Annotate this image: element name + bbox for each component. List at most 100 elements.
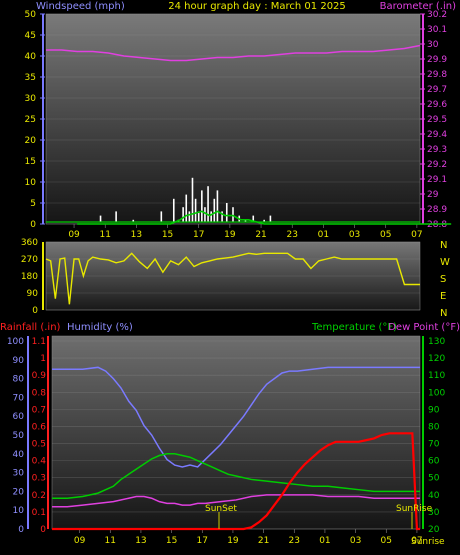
humidity-tick-label: 40: [13, 450, 25, 460]
windspeed-tick-label: 0: [30, 220, 36, 230]
windspeed-tick-label: 20: [25, 136, 37, 146]
time-tick-label: 11: [105, 536, 116, 546]
temperature-tick-label: 90: [428, 405, 440, 415]
compass-labels: NWSEN: [440, 240, 450, 319]
barometer-tick-label: 29.8: [427, 70, 447, 80]
direction-tick-label: 270: [21, 255, 38, 265]
time-tick-label: 15: [166, 536, 177, 546]
rainfall-axis-label: Rainfall (.in): [0, 322, 61, 333]
weather-graphs: 0510152025303540455028.828.92929.129.229…: [0, 1, 460, 547]
barometer-tick-label: 29.7: [427, 85, 447, 95]
barometer-tick-label: 29.4: [427, 130, 447, 140]
windspeed-tick-label: 50: [25, 10, 37, 20]
time-tick-label: 09: [68, 230, 80, 240]
time-tick-label: 15: [162, 230, 173, 240]
rainfall-tick-label: 0: [40, 525, 46, 535]
rainfall-tick-label: 0.1: [32, 508, 46, 518]
humidity-tick-label: 30: [13, 469, 25, 479]
rainfall-tick-label: 0.5: [32, 440, 46, 450]
barometer-tick-label: 29.1: [427, 175, 447, 185]
time-tick-label: 23: [286, 230, 297, 240]
rainfall-tick-label: 1.1: [32, 337, 46, 347]
windspeed-axis-label: Windspeed (mph): [36, 1, 125, 12]
humidity-axis-label: Humidity (%): [67, 322, 133, 333]
temperature-tick-label: 70: [428, 440, 440, 450]
time-tick-label: 21: [258, 536, 269, 546]
barometer-tick-label: 29.5: [427, 115, 447, 125]
barometer-tick-label: 28.8: [427, 220, 447, 230]
temperature-tick-label: 110: [428, 371, 445, 381]
graph-title: 24 hour graph day : March 01 2025: [168, 1, 346, 12]
barometer-tick-label: 29.9: [427, 55, 447, 65]
humidity-tick-label: 0: [18, 525, 24, 535]
humidity-tick-label: 90: [13, 356, 25, 366]
windspeed-tick-label: 30: [25, 94, 37, 104]
rainfall-tick-label: 0.2: [32, 491, 46, 501]
time-tick-label: 19: [227, 536, 239, 546]
barometer-axis-label: Barometer (.in): [380, 1, 456, 12]
temperature-tick-label: 50: [428, 474, 440, 484]
temperature-tick-label: 100: [428, 388, 445, 398]
humidity-tick-label: 100: [7, 337, 24, 347]
time-tick-label: 13: [131, 230, 142, 240]
time-tick-label: 09: [74, 536, 86, 546]
temperature-tick-label: 80: [428, 422, 440, 432]
time-tick-label: 19: [224, 230, 236, 240]
windspeed-tick-label: 40: [25, 52, 37, 62]
time-tick-label: 05: [381, 536, 392, 546]
humidity-tick-label: 80: [13, 375, 25, 385]
rainfall-tick-label: 0.4: [32, 457, 47, 467]
windspeed-tick-label: 45: [25, 31, 36, 41]
direction-tick-label: 360: [21, 238, 38, 248]
time-tick-label: 21: [255, 230, 266, 240]
windspeed-tick-label: 25: [25, 115, 36, 125]
barometer-tick-label: 28.9: [427, 205, 447, 215]
temperature-tick-label: 120: [428, 354, 445, 364]
rainfall-tick-label: 1: [40, 354, 46, 364]
time-tick-label: 01: [319, 536, 330, 546]
humidity-tick-label: 20: [13, 487, 25, 497]
rainfall-tick-label: 0.9: [32, 371, 47, 381]
sunrise-label: SunRise: [396, 504, 433, 514]
direction-tick-label: 0: [32, 306, 38, 316]
windspeed-tick-label: 5: [30, 199, 36, 209]
time-tick-label: 17: [193, 230, 204, 240]
rainfall-tick-label: 0.3: [32, 474, 46, 484]
barometer-tick-label: 30.1: [427, 25, 447, 35]
barometer-tick-label: 30: [427, 40, 439, 50]
humidity-tick-label: 70: [13, 393, 25, 403]
compass-label: NWSEN: [440, 240, 450, 319]
rainfall-tick-label: 0.6: [32, 422, 47, 432]
temperature-tick-label: 130: [428, 337, 445, 347]
temperature-tick-label: 40: [428, 491, 440, 501]
time-tick-label: 03: [350, 536, 361, 546]
rainfall-tick-label: 0.7: [32, 405, 46, 415]
time-tick-label: 11: [99, 230, 110, 240]
windspeed-tick-label: 15: [25, 157, 36, 167]
humidity-tick-label: 60: [13, 412, 25, 422]
barometer-tick-label: 29.2: [427, 160, 447, 170]
temperature-axis-label: Temperature (°F): [311, 322, 397, 333]
sunrise-bottom-label: Sunrise: [411, 537, 445, 547]
time-tick-label: 23: [289, 536, 300, 546]
barometer-tick-label: 29.6: [427, 100, 447, 110]
rainfall-tick-label: 0.8: [32, 388, 47, 398]
barometer-tick-label: 29: [427, 190, 439, 200]
windspeed-tick-label: 10: [25, 178, 37, 188]
sunset-label: SunSet: [205, 504, 237, 514]
humidity-tick-label: 10: [13, 506, 25, 516]
time-tick-label: 03: [349, 230, 360, 240]
dewpoint-axis-label: Dew Point (°F): [388, 322, 460, 333]
time-tick-label: 17: [197, 536, 208, 546]
barometer-tick-label: 29.3: [427, 145, 447, 155]
direction-tick-label: 90: [27, 289, 39, 299]
time-tick-label: 01: [318, 230, 329, 240]
time-tick-label: 05: [380, 230, 391, 240]
time-tick-label: 13: [135, 536, 146, 546]
temperature-tick-label: 20: [428, 525, 440, 535]
direction-tick-label: 180: [21, 272, 38, 282]
temperature-tick-label: 60: [428, 457, 440, 467]
time-tick-label: 07: [411, 230, 422, 240]
wind-direction-ticks: 0 90 180 270 360: [21, 238, 44, 316]
humidity-tick-label: 50: [13, 431, 25, 441]
